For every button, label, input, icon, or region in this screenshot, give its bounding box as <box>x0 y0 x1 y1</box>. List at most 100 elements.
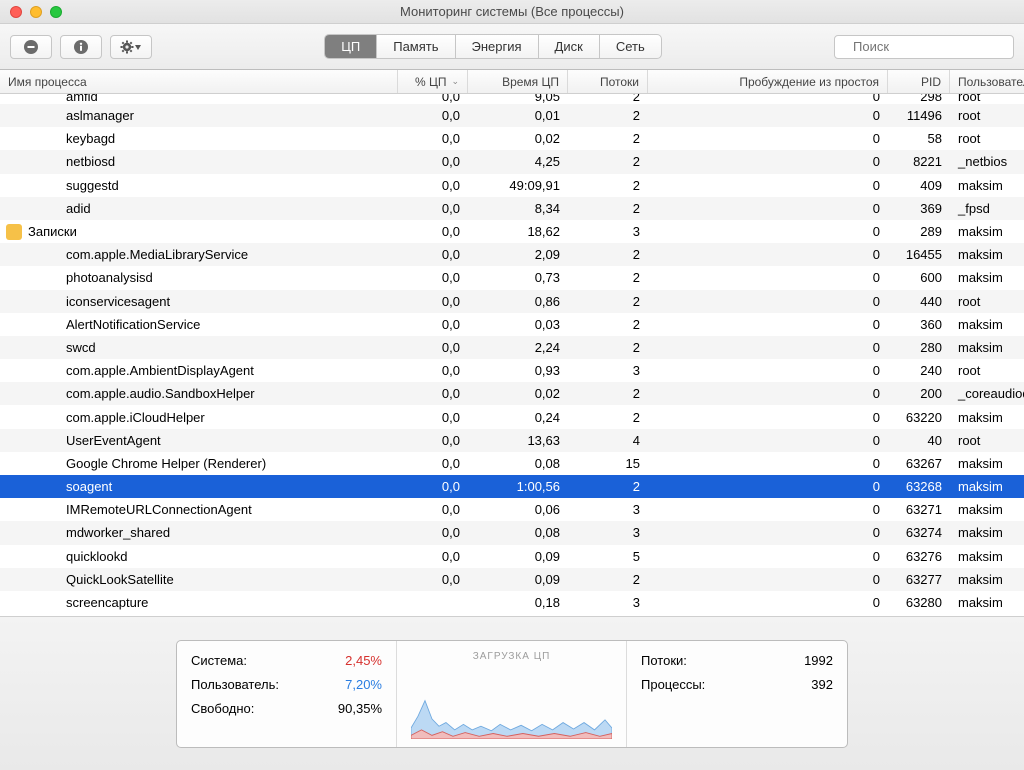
search-input[interactable] <box>851 38 1024 55</box>
col-cpu[interactable]: % ЦП⌄ <box>398 70 468 93</box>
table-row[interactable]: com.apple.MediaLibraryService0,02,092016… <box>0 243 1024 266</box>
table-row[interactable]: suggestd0,049:09,9120409maksim <box>0 174 1024 197</box>
cell-threads: 5 <box>568 549 648 564</box>
cell-name: com.apple.iCloudHelper <box>0 410 398 425</box>
cell-name: Google Chrome Helper (Renderer) <box>0 456 398 471</box>
table-row[interactable]: adid0,08,3420369_fpsd <box>0 197 1024 220</box>
cell-pid: 360 <box>888 317 950 332</box>
cell-wake: 0 <box>648 572 888 587</box>
tab-energy[interactable]: Энергия <box>456 35 539 58</box>
cell-wake: 0 <box>648 433 888 448</box>
table-row[interactable]: Google Chrome Helper (Renderer)0,00,0815… <box>0 452 1024 475</box>
table-row[interactable]: QuickLookSatellite0,00,092063277maksim <box>0 568 1024 591</box>
table-row[interactable]: netbiosd0,04,25208221_netbios <box>0 150 1024 173</box>
table-row[interactable]: com.apple.iCloudHelper0,00,242063220maks… <box>0 405 1024 428</box>
cell-wake: 0 <box>648 294 888 309</box>
table-row[interactable]: soagent0,01:00,562063268maksim <box>0 475 1024 498</box>
tab-memory[interactable]: Память <box>377 35 455 58</box>
stat-procs-label: Процессы: <box>641 673 705 697</box>
col-name[interactable]: Имя процесса <box>0 70 398 93</box>
cell-cpu: 0,0 <box>398 94 468 104</box>
cell-time: 49:09,91 <box>468 178 568 193</box>
table-row[interactable]: amfid0,09,0520298root <box>0 94 1024 104</box>
cell-time: 1:00,56 <box>468 479 568 494</box>
cell-cpu: 0,0 <box>398 433 468 448</box>
table-row[interactable]: iconservicesagent0,00,8620440root <box>0 290 1024 313</box>
cell-cpu: 0,0 <box>398 410 468 425</box>
cell-time: 8,34 <box>468 201 568 216</box>
cell-threads: 4 <box>568 433 648 448</box>
cell-user: maksim <box>950 572 1024 587</box>
cell-wake: 0 <box>648 456 888 471</box>
cell-name: amfid <box>0 94 398 104</box>
cell-time: 0,03 <box>468 317 568 332</box>
cell-wake: 0 <box>648 108 888 123</box>
stat-procs-value: 392 <box>773 673 833 697</box>
table-row[interactable]: UserEventAgent0,013,634040root <box>0 429 1024 452</box>
search-field[interactable] <box>834 35 1014 59</box>
col-wake[interactable]: Пробуждение из простоя <box>648 70 888 93</box>
cell-time: 0,09 <box>468 572 568 587</box>
cell-threads: 2 <box>568 340 648 355</box>
cell-user: root <box>950 108 1024 123</box>
cell-time: 0,24 <box>468 410 568 425</box>
cell-user: maksim <box>950 270 1024 285</box>
minimize-window-button[interactable] <box>30 6 42 18</box>
view-tabs: ЦП Память Энергия Диск Сеть <box>324 34 661 59</box>
cell-wake: 0 <box>648 410 888 425</box>
stop-icon <box>23 39 39 55</box>
col-pid[interactable]: PID <box>888 70 950 93</box>
col-threads[interactable]: Потоки <box>568 70 648 93</box>
stop-process-button[interactable] <box>10 35 52 59</box>
table-row[interactable]: screencapture0,183063280maksim <box>0 591 1024 614</box>
stat-threads-label: Потоки: <box>641 649 687 673</box>
table-row[interactable]: Записки0,018,6230289maksim <box>0 220 1024 243</box>
cell-pid: 63220 <box>888 410 950 425</box>
tab-network[interactable]: Сеть <box>600 35 661 58</box>
cell-threads: 2 <box>568 294 648 309</box>
close-window-button[interactable] <box>10 6 22 18</box>
table-row[interactable]: swcd0,02,2420280maksim <box>0 336 1024 359</box>
settings-dropdown-button[interactable] <box>110 35 152 59</box>
info-button[interactable] <box>60 35 102 59</box>
table-row[interactable]: photoanalysisd0,00,7320600maksim <box>0 266 1024 289</box>
table-row[interactable]: keybagd0,00,022058root <box>0 127 1024 150</box>
cell-time: 2,09 <box>468 247 568 262</box>
tab-disk[interactable]: Диск <box>539 35 600 58</box>
cell-user: root <box>950 294 1024 309</box>
table-row[interactable]: com.apple.audio.SandboxHelper0,00,022020… <box>0 382 1024 405</box>
table-row[interactable]: com.apple.AmbientDisplayAgent0,00,933024… <box>0 359 1024 382</box>
cpu-chart: ЗАГРУЗКА ЦП <box>397 641 627 747</box>
cell-pid: 298 <box>888 94 950 104</box>
cpu-chart-sparkline <box>411 666 612 739</box>
stat-user-label: Пользователь: <box>191 673 279 697</box>
cell-time: 0,01 <box>468 108 568 123</box>
cell-cpu: 0,0 <box>398 247 468 262</box>
table-row[interactable]: quicklookd0,00,095063276maksim <box>0 545 1024 568</box>
col-user[interactable]: Пользователь <box>950 70 1024 93</box>
table-row[interactable]: AlertNotificationService0,00,0320360maks… <box>0 313 1024 336</box>
table-row[interactable]: IMRemoteURLConnectionAgent0,00,063063271… <box>0 498 1024 521</box>
cell-name: QuickLookSatellite <box>0 572 398 587</box>
cell-cpu: 0,0 <box>398 154 468 169</box>
cell-cpu: 0,0 <box>398 340 468 355</box>
cell-time: 0,93 <box>468 363 568 378</box>
table-row[interactable]: mdworker_shared0,00,083063274maksim <box>0 521 1024 544</box>
col-time[interactable]: Время ЦП <box>468 70 568 93</box>
cell-name: photoanalysisd <box>0 270 398 285</box>
cpu-breakdown: Система:2,45% Пользователь:7,20% Свободн… <box>177 641 397 747</box>
cell-user: root <box>950 131 1024 146</box>
cell-wake: 0 <box>648 502 888 517</box>
process-table-body[interactable]: amfid0,09,0520298rootaslmanager0,00,0120… <box>0 94 1024 616</box>
table-row[interactable]: aslmanager0,00,012011496root <box>0 104 1024 127</box>
cell-cpu: 0,0 <box>398 456 468 471</box>
tab-cpu[interactable]: ЦП <box>325 35 377 58</box>
toolbar: ЦП Память Энергия Диск Сеть <box>0 24 1024 70</box>
cell-wake: 0 <box>648 525 888 540</box>
zoom-window-button[interactable] <box>50 6 62 18</box>
cell-pid: 200 <box>888 386 950 401</box>
cell-user: _fpsd <box>950 201 1024 216</box>
cell-time: 2,24 <box>468 340 568 355</box>
cell-cpu: 0,0 <box>398 317 468 332</box>
cell-name: iconservicesagent <box>0 294 398 309</box>
